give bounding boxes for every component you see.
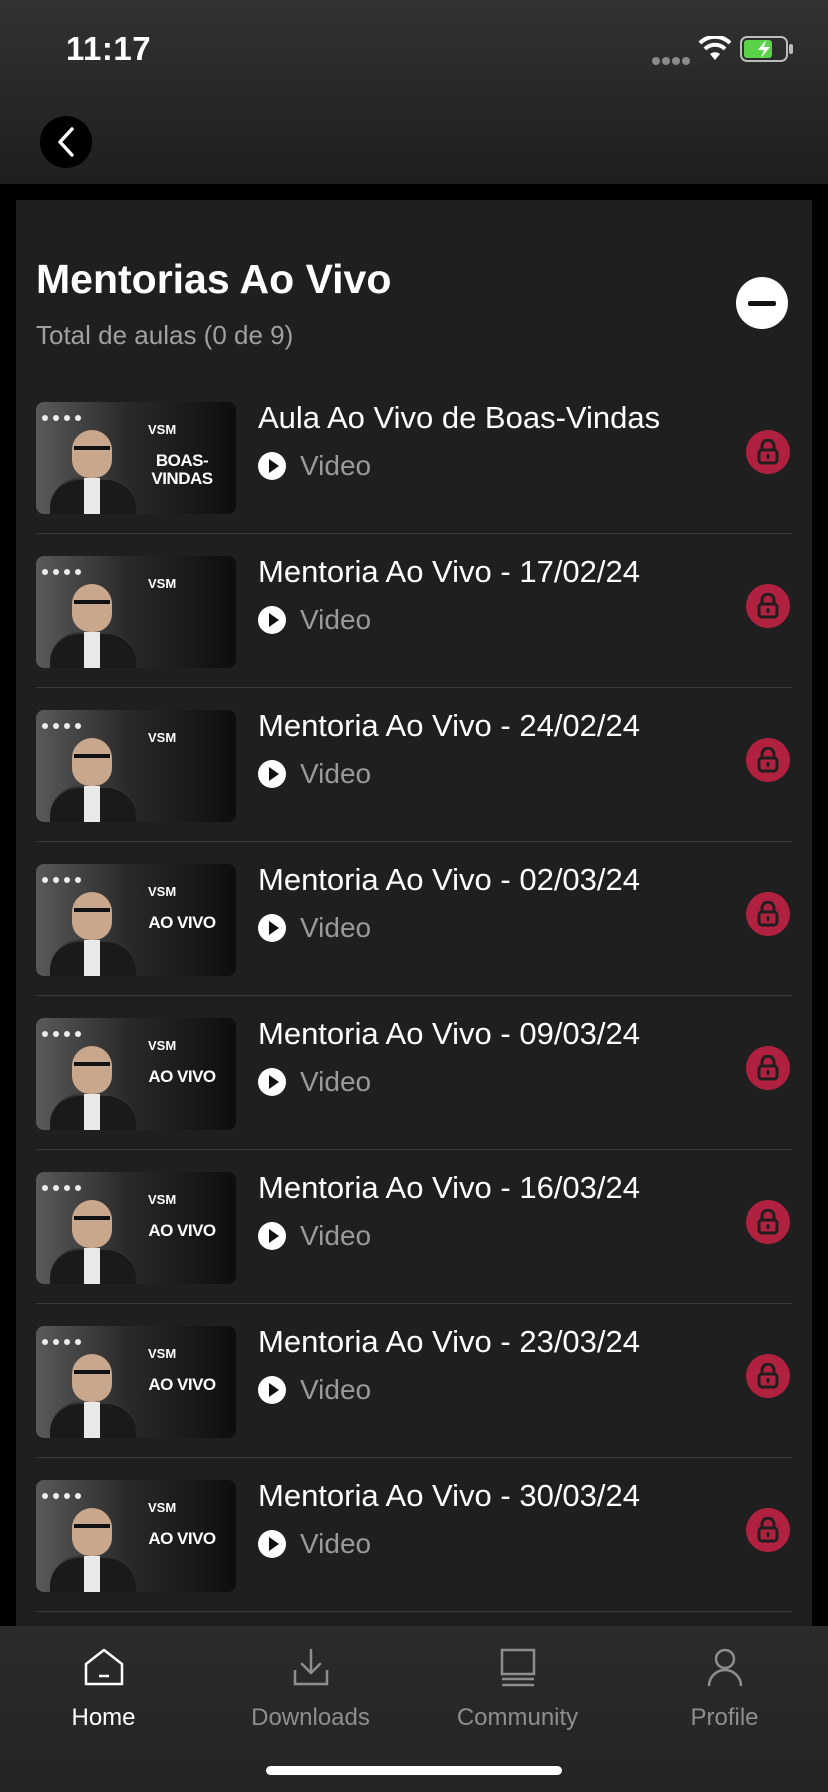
lesson-title: Mentoria Ao Vivo - 24/02/24 xyxy=(258,708,641,743)
lesson-thumbnail: VSM BOAS-VINDAS xyxy=(36,402,236,514)
thumbnail-caption: AO VIVO xyxy=(148,1529,216,1548)
lesson-row[interactable]: VSM AO VIVO Mentoria Ao Vivo - 02/03/24 … xyxy=(36,842,792,996)
collapse-button[interactable] xyxy=(736,277,788,329)
lock-icon[interactable] xyxy=(746,1046,790,1090)
thumbnail-logo: VSM xyxy=(148,576,177,591)
lesson-thumbnail: VSM AO VIVO xyxy=(36,864,236,976)
signal-icon xyxy=(652,52,692,70)
tab-community[interactable]: Community xyxy=(414,1640,621,1732)
play-icon xyxy=(258,1530,286,1558)
lesson-type: Video xyxy=(258,912,371,944)
lesson-type: Video xyxy=(258,1220,371,1252)
lesson-thumbnail: VSM AO VIVO xyxy=(36,1326,236,1438)
thumbnail-logo: VSM xyxy=(148,1500,177,1515)
play-icon xyxy=(258,1068,286,1096)
lesson-type: Video xyxy=(258,604,371,636)
thumbnail-logo: VSM xyxy=(148,1346,177,1361)
thumbnail-logo: VSM xyxy=(148,1192,177,1207)
back-button[interactable] xyxy=(40,116,92,168)
tab-label: Home xyxy=(71,1704,136,1731)
tab-profile[interactable]: Profile xyxy=(621,1640,828,1732)
lesson-type: Video xyxy=(258,1374,371,1406)
lock-icon[interactable] xyxy=(746,892,790,936)
lesson-title: Mentoria Ao Vivo - 16/03/24 xyxy=(258,1170,641,1205)
top-bar: 11:17 xyxy=(0,0,828,184)
thumbnail-caption: AO VIVO xyxy=(148,913,216,932)
play-icon xyxy=(258,914,286,942)
lesson-type-label: Video xyxy=(300,450,372,481)
thumbnail-logo: VSM xyxy=(148,1038,177,1053)
lesson-row[interactable]: VSM AO VIVO Mentoria Ao Vivo - 23/03/24 … xyxy=(36,1304,792,1458)
lesson-thumbnail: VSM AO VIVO xyxy=(36,1480,236,1592)
section-progress: Total de aulas (0 de 9) xyxy=(36,320,294,350)
lesson-thumbnail: VSM xyxy=(36,710,236,822)
community-icon xyxy=(414,1640,621,1688)
lesson-type-label: Video xyxy=(300,1374,372,1405)
lesson-title: Mentoria Ao Vivo - 02/03/24 xyxy=(258,862,641,897)
status-time: 11:17 xyxy=(66,30,152,67)
lesson-row[interactable]: VSM AO VIVO Mentoria Ao Vivo - 09/03/24 … xyxy=(36,996,792,1150)
lock-icon[interactable] xyxy=(746,738,790,782)
lesson-type: Video xyxy=(258,450,371,482)
thumbnail-logo: VSM xyxy=(148,730,177,745)
lesson-title: Aula Ao Vivo de Boas-Vindas xyxy=(258,400,661,435)
play-icon xyxy=(258,1376,286,1404)
tab-label: Profile xyxy=(690,1704,759,1731)
lesson-thumbnail: VSM AO VIVO xyxy=(36,1172,236,1284)
tab-label: Downloads xyxy=(251,1704,370,1731)
lesson-title: Mentoria Ao Vivo - 30/03/24 xyxy=(258,1478,641,1513)
home-indicator xyxy=(266,1766,562,1775)
tab-downloads[interactable]: Downloads xyxy=(207,1640,414,1732)
lesson-type-label: Video xyxy=(300,604,372,635)
thumbnail-caption: AO VIVO xyxy=(148,1221,216,1240)
play-icon xyxy=(258,606,286,634)
lesson-type: Video xyxy=(258,758,371,790)
lock-icon[interactable] xyxy=(746,1354,790,1398)
lock-icon[interactable] xyxy=(746,430,790,474)
section-title: Mentorias Ao Vivo xyxy=(36,256,392,302)
lesson-type-label: Video xyxy=(300,1066,372,1097)
lesson-thumbnail: VSM AO VIVO xyxy=(36,1018,236,1130)
lesson-row[interactable]: VSM AO VIVO Mentoria Ao Vivo - 30/03/24 … xyxy=(36,1458,792,1612)
thumbnail-logo: VSM xyxy=(148,422,177,437)
lock-icon[interactable] xyxy=(746,1200,790,1244)
lesson-type-label: Video xyxy=(300,1528,372,1559)
play-icon xyxy=(258,452,286,480)
thumbnail-caption: BOAS-VINDAS xyxy=(151,451,213,488)
play-icon xyxy=(258,760,286,788)
tab-label: Community xyxy=(456,1704,579,1731)
profile-icon xyxy=(621,1640,828,1688)
thumbnail-caption: AO VIVO xyxy=(148,1067,216,1086)
lock-icon[interactable] xyxy=(746,1508,790,1552)
lesson-row[interactable]: VSM Mentoria Ao Vivo - 17/02/24 Video xyxy=(36,534,792,688)
lesson-type-label: Video xyxy=(300,912,372,943)
lesson-thumbnail: VSM xyxy=(36,556,236,668)
module-panel: Mentorias Ao Vivo Total de aulas (0 de 9… xyxy=(16,200,812,1640)
lesson-list: VSM BOAS-VINDAS Aula Ao Vivo de Boas-Vin… xyxy=(36,380,792,1612)
lesson-type: Video xyxy=(258,1066,371,1098)
lesson-title: Mentoria Ao Vivo - 09/03/24 xyxy=(258,1016,641,1051)
lesson-row[interactable]: VSM Mentoria Ao Vivo - 24/02/24 Video xyxy=(36,688,792,842)
home-icon xyxy=(0,1640,207,1688)
lesson-type-label: Video xyxy=(300,758,372,789)
lesson-type-label: Video xyxy=(300,1220,372,1251)
lesson-row[interactable]: VSM AO VIVO Mentoria Ao Vivo - 16/03/24 … xyxy=(36,1150,792,1304)
play-icon xyxy=(258,1222,286,1250)
lesson-title: Mentoria Ao Vivo - 23/03/24 xyxy=(258,1324,641,1359)
thumbnail-caption: AO VIVO xyxy=(148,1375,216,1394)
thumbnail-logo: VSM xyxy=(148,884,177,899)
battery-icon xyxy=(740,36,796,67)
minus-icon xyxy=(748,300,776,306)
wifi-icon xyxy=(698,34,732,67)
lock-icon[interactable] xyxy=(746,584,790,628)
download-icon xyxy=(207,1640,414,1688)
chevron-left-icon xyxy=(58,127,74,157)
lesson-row[interactable]: VSM BOAS-VINDAS Aula Ao Vivo de Boas-Vin… xyxy=(36,380,792,534)
tab-home[interactable]: Home xyxy=(0,1640,207,1732)
lesson-type: Video xyxy=(258,1528,371,1560)
lesson-title: Mentoria Ao Vivo - 17/02/24 xyxy=(258,554,641,589)
